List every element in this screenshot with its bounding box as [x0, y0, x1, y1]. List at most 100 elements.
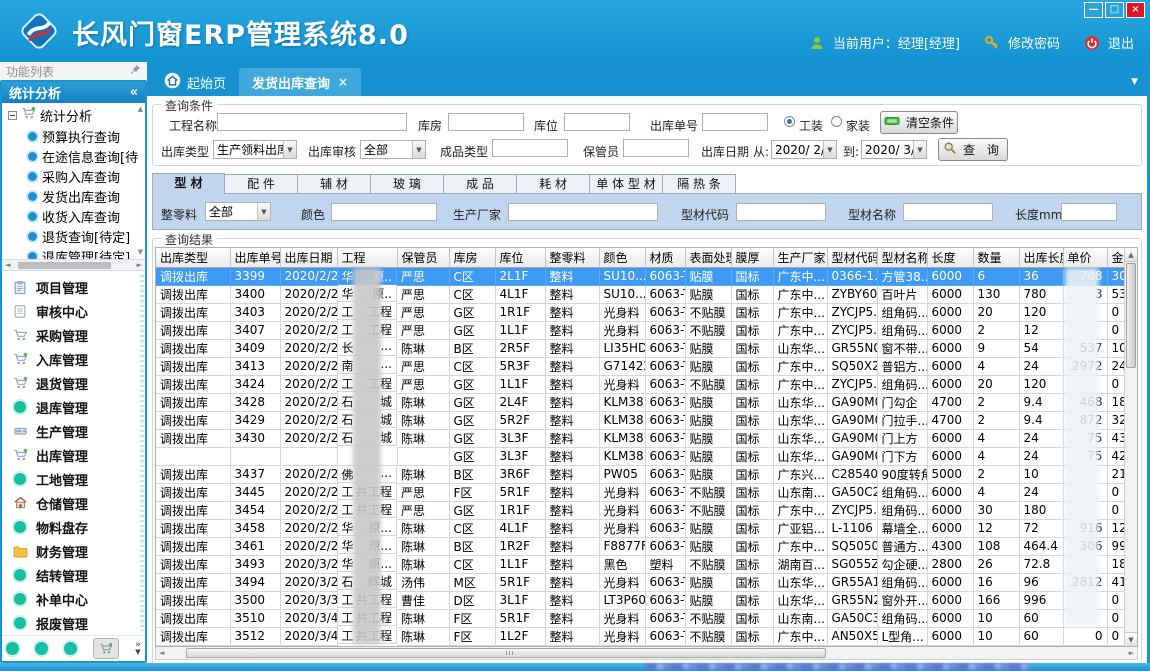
table-row[interactable]: 调拨出库35002020/3/3工共工程曹佳D区3L1F整料LT3P606063…: [156, 591, 1138, 609]
material-tab[interactable]: 耗 材: [517, 174, 590, 194]
warehouse-input[interactable]: [448, 113, 524, 131]
material-tab[interactable]: 配 件: [225, 174, 298, 194]
table-row[interactable]: 调拨出库34002020/2/25华原..严思C区4L1F整料SU10...60…: [156, 285, 1138, 303]
dot-icon[interactable]: [64, 642, 77, 655]
tree-expander-icon[interactable]: [8, 111, 17, 120]
table-row[interactable]: 调拨出库34242020/2/26工工程严思G区1L1F整料光身料6063-T5…: [156, 375, 1138, 393]
column-header[interactable]: 保管员: [397, 248, 449, 267]
material-tab[interactable]: 型 材: [152, 173, 225, 194]
horizontal-scrollbar[interactable]: ◄ ►: [155, 647, 1138, 660]
table-row[interactable]: 调拨出库34542020/2/28工共工程严思G区1R1F整料光身料6063-T…: [156, 501, 1138, 519]
tab-home[interactable]: 起始页: [151, 68, 239, 96]
scroll-right-icon[interactable]: ►: [1129, 649, 1134, 657]
out-audit-select[interactable]: 全部▼: [360, 140, 426, 159]
sidebar-item[interactable]: 入库管理: [2, 347, 145, 371]
clear-conditions-button[interactable]: 清空条件: [880, 111, 958, 134]
date-from-select[interactable]: 2020/ 2/16▼: [771, 140, 837, 159]
scrollbar-thumb[interactable]: [18, 262, 111, 269]
order-no-input[interactable]: [702, 113, 768, 131]
keeper-input[interactable]: [623, 139, 689, 157]
sidebar-item[interactable]: 采购管理: [2, 323, 145, 347]
cart-button[interactable]: [93, 638, 119, 659]
column-header[interactable]: 型材名称: [877, 248, 927, 267]
sidebar-section-header[interactable]: 统计分析 «: [2, 82, 145, 103]
table-row[interactable]: 调拨出库34942020/3/2石辉城汤伟M区5R1F整料光身料6063-T5贴…: [156, 573, 1138, 591]
column-header[interactable]: 膜厚: [731, 248, 773, 267]
table-row[interactable]: 调拨出库34072020/2/25工工程严思G区1L1F整料光身料6063-T5…: [156, 321, 1138, 339]
collapse-icon[interactable]: «: [130, 85, 138, 100]
column-header[interactable]: 表面处理: [685, 248, 731, 267]
product-type-input[interactable]: [492, 139, 568, 157]
table-row[interactable]: 调拨出库35122020/3/4工共工程陈琳F区1L2F整料光身料6063-T5…: [156, 627, 1138, 645]
sidebar-item[interactable]: 项目管理: [2, 275, 145, 299]
scroll-down-icon[interactable]: ▼: [138, 248, 143, 256]
material-tab[interactable]: 辅 材: [298, 174, 371, 194]
change-password-link[interactable]: 修改密码: [1008, 33, 1060, 52]
sidebar-item[interactable]: 审核中心: [2, 299, 145, 323]
table-row[interactable]: 调拨出库34092020/2/25长...陈琳B区2R5F整料LI35HD606…: [156, 339, 1138, 357]
table-row[interactable]: 调拨出库34612020/2/28华原...陈琳B区1R2F整料F8877FT6…: [156, 537, 1138, 555]
manufacturer-input[interactable]: [508, 203, 658, 221]
column-header[interactable]: 材质: [645, 248, 685, 267]
color-input[interactable]: [331, 203, 437, 221]
tree-item[interactable]: 退货查询[待定]: [2, 227, 145, 247]
table-row[interactable]: 调拨出库34292020/2/26石城陈琳G区5R2F整料KLM38176063…: [156, 411, 1138, 429]
column-header[interactable]: 数量: [973, 248, 1019, 267]
column-header[interactable]: 工程: [337, 248, 397, 267]
logout-link[interactable]: 退出: [1108, 33, 1134, 52]
column-header[interactable]: 出库类型: [156, 248, 230, 267]
table-row[interactable]: 调拨出库34452020/2/27工共工程严思F区5R1F整料光身料6063-T…: [156, 483, 1138, 501]
column-header[interactable]: 出库单号: [230, 248, 280, 267]
sidebar-item[interactable]: 工地管理: [2, 467, 145, 491]
column-header[interactable]: 生产厂家: [773, 248, 827, 267]
column-header[interactable]: 颜色: [599, 248, 645, 267]
table-row[interactable]: 调拨出库34582020/2/28华原...陈琳C区4L1F整料光身料6063-…: [156, 519, 1138, 537]
sidebar-item[interactable]: 仓储管理: [2, 491, 145, 515]
pin-icon[interactable]: [130, 64, 141, 78]
material-tab[interactable]: 玻 璃: [371, 174, 444, 194]
project-name-input[interactable]: [217, 113, 407, 131]
table-row[interactable]: 调拨出库34932020/3/2华原...陈琳C区1L1F整料黑色塑料不贴膜国标…: [156, 555, 1138, 573]
column-header[interactable]: 单价: [1063, 248, 1107, 267]
scroll-up-icon[interactable]: ▲: [1125, 248, 1137, 262]
sidebar-item[interactable]: 退货管理: [2, 371, 145, 395]
tree-item[interactable]: 采购入库查询: [2, 167, 145, 187]
tab-active[interactable]: 发货出库查询 ×: [239, 68, 361, 96]
table-row[interactable]: 调拨出库34282020/2/26石城陈琳G区2L4F整料KLM38176063…: [156, 393, 1138, 411]
more-items-button[interactable]: » ▼: [135, 642, 141, 656]
tree-item[interactable]: 预算执行查询: [2, 127, 145, 147]
whole-part-select[interactable]: 全部▼: [205, 202, 271, 221]
location-input[interactable]: [564, 113, 630, 131]
scrollbar-thumb[interactable]: [1126, 263, 1136, 368]
search-button[interactable]: 查 询: [938, 138, 1008, 161]
table-row[interactable]: 调拨出库34132020/2/26南...严思C区5R3F整料G71422606…: [156, 357, 1138, 375]
vertical-scrollbar[interactable]: ▲ ▼: [1124, 248, 1137, 646]
dot-icon[interactable]: [6, 642, 19, 655]
length-input[interactable]: [1061, 203, 1117, 221]
column-header[interactable]: 出库日期: [280, 248, 337, 267]
table-row[interactable]: 调拨出库34032020/2/25工工程严思G区1R1F整料光身料6063-T5…: [156, 303, 1138, 321]
radio-gongzhuang[interactable]: [784, 116, 795, 127]
tree-item[interactable]: 发货出库查询: [2, 187, 145, 207]
scroll-down-icon[interactable]: ▼: [1125, 632, 1137, 646]
minimize-button[interactable]: —: [1084, 2, 1103, 18]
scroll-left-icon[interactable]: ◄: [159, 649, 164, 657]
column-header[interactable]: 型材代码: [827, 248, 877, 267]
scroll-up-icon[interactable]: ▲: [138, 105, 143, 113]
column-header[interactable]: 长度: [927, 248, 973, 267]
out-type-select[interactable]: 生产领料出库▼: [213, 140, 297, 159]
sidebar-item[interactable]: 出库管理: [2, 443, 145, 467]
tree-item[interactable]: 收货入库查询: [2, 207, 145, 227]
tree-item[interactable]: 在途信息查询[待: [2, 147, 145, 167]
date-to-select[interactable]: 2020/ 3/16▼: [861, 140, 927, 159]
table-row[interactable]: 调拨出库34302020/2/26石城陈琳G区3L3F整料KLM38176063…: [156, 429, 1138, 447]
sidebar-item[interactable]: 补单中心: [2, 587, 145, 611]
column-header[interactable]: 库房: [449, 248, 495, 267]
sidebar-item[interactable]: 退库管理: [2, 395, 145, 419]
material-tab[interactable]: 成 品: [444, 174, 517, 194]
tree-horizontal-scrollbar[interactable]: ◄ ►: [2, 259, 145, 270]
scrollbar-thumb[interactable]: [186, 648, 826, 658]
material-tab[interactable]: 隔 热 条: [663, 174, 736, 194]
tab-close-icon[interactable]: ×: [338, 75, 348, 89]
scroll-right-icon[interactable]: ►: [137, 261, 142, 269]
